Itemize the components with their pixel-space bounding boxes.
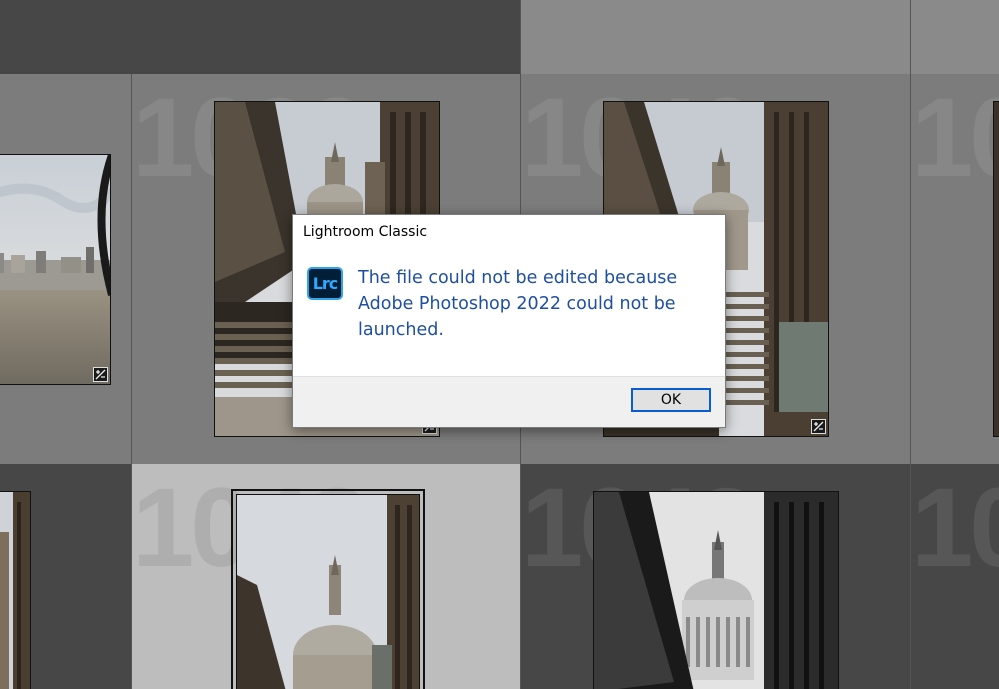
photo-thumbnail-partial[interactable] [993, 101, 999, 437]
edit-badge-icon [93, 367, 108, 382]
error-dialog: Lightroom Classic Lrc The file could not… [292, 214, 726, 428]
dialog-message: The file could not be edited because Ado… [358, 268, 678, 340]
grid-cell[interactable] [0, 464, 132, 689]
grid-cell[interactable]: 10 [911, 74, 999, 464]
edit-badge-icon [811, 419, 826, 434]
grid-cell[interactable]: 1043 [521, 464, 911, 689]
photo-thumbnail-st-pauls-bw[interactable] [593, 491, 839, 689]
cell-index-number: 10 [911, 75, 999, 200]
grid-cell[interactable] [0, 0, 521, 74]
grid-cell[interactable] [521, 0, 911, 74]
grid-cell[interactable] [0, 74, 132, 464]
lightroom-classic-icon: Lrc [307, 267, 343, 300]
dialog-footer: OK [293, 376, 725, 427]
photo-thumbnail-river[interactable] [0, 154, 111, 385]
ok-button[interactable]: OK [631, 388, 711, 412]
grid-cell[interactable] [911, 0, 999, 74]
grid-cell-selected[interactable]: 1042 [132, 464, 521, 689]
photo-thumbnail-st-pauls-selected[interactable] [231, 489, 425, 689]
photo-thumbnail-partial[interactable] [0, 491, 31, 689]
dialog-title: Lightroom Classic [303, 224, 428, 240]
cell-index-number: 10 [911, 465, 999, 590]
grid-cell[interactable]: 10 [911, 464, 999, 689]
